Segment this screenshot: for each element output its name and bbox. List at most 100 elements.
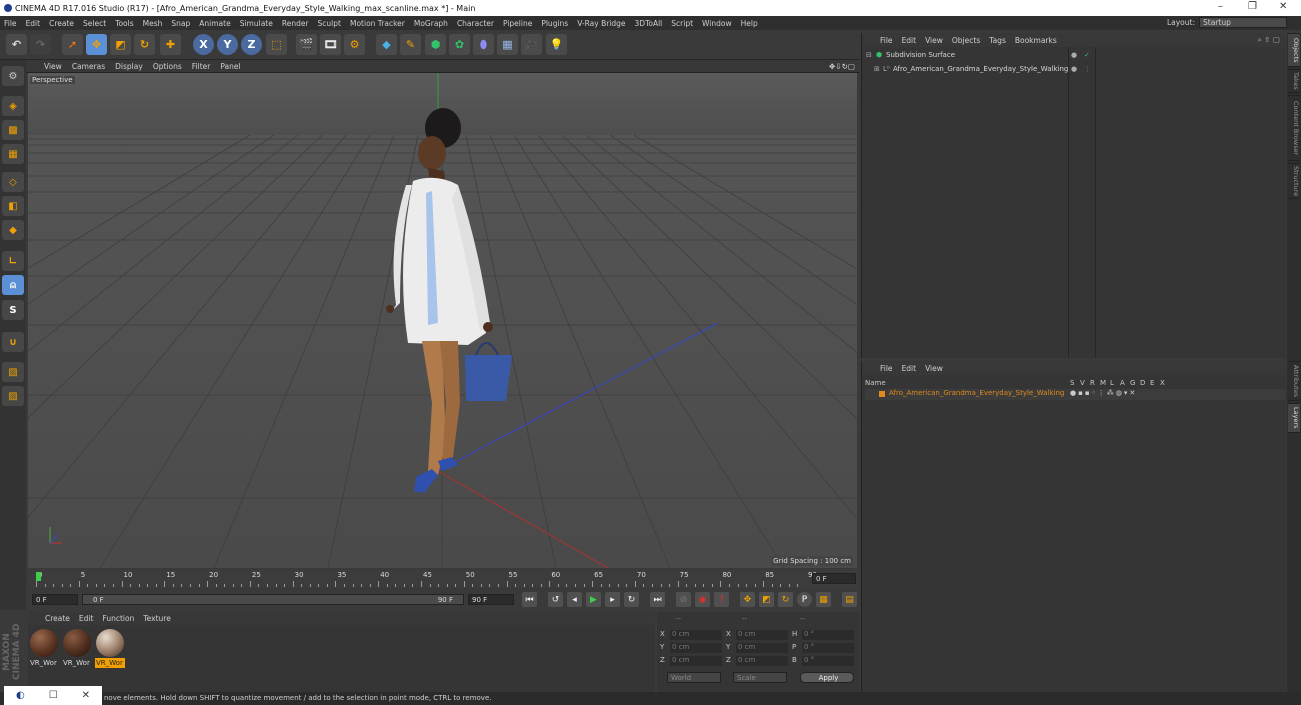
rotation-h-field[interactable]: 0 °	[802, 630, 854, 640]
om-menu-bookmarks[interactable]: Bookmarks	[1015, 36, 1057, 45]
coord-mode-select[interactable]: World	[667, 672, 721, 683]
render-picture-viewer-icon[interactable]: 🎞	[320, 34, 341, 55]
menu-mograph[interactable]: MoGraph	[414, 19, 448, 28]
size-z-field[interactable]: 0 cm	[736, 656, 788, 666]
object-row[interactable]: ⊟ ⬢ Subdivision Surface ● ✓	[864, 51, 1284, 63]
layer-color-swatch[interactable]	[879, 391, 885, 397]
perspective-viewport[interactable]: Perspective Grid Spacing : 100 cm	[28, 73, 857, 568]
z-axis-lock-icon[interactable]: Z	[241, 34, 262, 55]
menu-file[interactable]: File	[4, 19, 17, 28]
size-y-field[interactable]: 0 cm	[736, 643, 788, 653]
render-view-icon[interactable]: 🎬	[296, 34, 317, 55]
menu-mesh[interactable]: Mesh	[143, 19, 163, 28]
menu-pipeline[interactable]: Pipeline	[503, 19, 532, 28]
x-axis-lock-icon[interactable]: X	[193, 34, 214, 55]
subdivision-generator-icon[interactable]: ⬢	[425, 34, 446, 55]
autokey-icon[interactable]: ◉	[695, 592, 710, 607]
layer-flag-icons[interactable]: ●▪▪◦⋮⁂◍▾✕	[1070, 389, 1137, 397]
rotate-tool-icon[interactable]: ↻	[134, 34, 155, 55]
previous-keyframe-icon[interactable]: ↺	[548, 592, 563, 607]
menu-window[interactable]: Window	[702, 19, 732, 28]
layout-select[interactable]: Startup	[1199, 17, 1287, 28]
material-swatch[interactable]: VR_Wor	[29, 628, 59, 672]
workplane-lock-icon[interactable]: ▧	[2, 362, 24, 382]
menu-animate[interactable]: Animate	[199, 19, 230, 28]
snap-icon[interactable]: S	[2, 300, 24, 320]
menu-simulate[interactable]: Simulate	[240, 19, 273, 28]
lm-menu-edit[interactable]: Edit	[902, 364, 917, 373]
om-menu-file[interactable]: File	[880, 36, 893, 45]
layer-row[interactable]: Afro_American_Grandma_Everyday_Style_Wal…	[865, 389, 1285, 400]
restore-icon[interactable]: ☐	[49, 690, 58, 701]
end-frame-field[interactable]: 90 F	[468, 594, 514, 605]
minimized-window-thumb[interactable]: ◐ ☐ ✕	[4, 686, 102, 705]
key-rotation-icon[interactable]: ↻	[778, 592, 793, 607]
rotation-p-field[interactable]: 0 °	[802, 643, 854, 653]
move-tool-icon[interactable]: ✥	[86, 34, 107, 55]
material-swatch[interactable]: VR_Wor	[62, 628, 92, 672]
object-enabled-check-icon[interactable]: ✓	[1084, 51, 1090, 59]
previous-frame-icon[interactable]: ◂	[567, 592, 582, 607]
workplane-mode-icon[interactable]: ▦	[2, 144, 24, 164]
texture-mode-icon[interactable]: ▩	[2, 120, 24, 140]
om-search-icon[interactable]: ⌕ ⇧ ▢	[1258, 35, 1280, 45]
points-mode-icon[interactable]: ◇	[2, 172, 24, 192]
array-generator-icon[interactable]: ✿	[449, 34, 470, 55]
apply-button[interactable]: Apply	[800, 672, 854, 683]
object-visibility-icon[interactable]: ●	[1071, 65, 1077, 73]
lm-menu-view[interactable]: View	[925, 364, 943, 373]
menu-script[interactable]: Script	[671, 19, 693, 28]
menu-create[interactable]: Create	[49, 19, 74, 28]
om-menu-objects[interactable]: Objects	[952, 36, 980, 45]
model-mode-icon[interactable]: ◈	[2, 96, 24, 116]
menu-tools[interactable]: Tools	[115, 19, 133, 28]
pen-spline-icon[interactable]: ✎	[400, 34, 421, 55]
y-axis-lock-icon[interactable]: Y	[217, 34, 238, 55]
menu-sculpt[interactable]: Sculpt	[318, 19, 341, 28]
key-parameter-icon[interactable]: P	[797, 592, 812, 607]
menu-vray-bridge[interactable]: V-Ray Bridge	[577, 19, 625, 28]
material-swatch-selected[interactable]: VR_Wor	[95, 628, 125, 672]
tab-content-browser[interactable]: Content Browser	[1288, 95, 1300, 161]
tab-objects[interactable]: Objects	[1288, 33, 1300, 67]
cube-primitive-icon[interactable]: ◆	[376, 34, 397, 55]
select-arrow-icon[interactable]: ➚	[62, 34, 83, 55]
restore-button[interactable]: ❐	[1248, 1, 1257, 12]
tweak-mode-icon[interactable]: ⍝	[2, 275, 24, 295]
close-button[interactable]: ✕	[1279, 1, 1287, 12]
tab-structure[interactable]: Structure	[1288, 163, 1300, 199]
go-to-start-icon[interactable]: ⏮	[522, 592, 537, 607]
menu-3dtoall[interactable]: 3DToAll	[635, 19, 663, 28]
magnet-icon[interactable]: ∪	[2, 332, 24, 352]
make-editable-icon[interactable]: ⚙	[2, 66, 24, 86]
next-frame-icon[interactable]: ▸	[605, 592, 620, 607]
play-icon[interactable]: ▶	[586, 592, 601, 607]
expand-icon[interactable]: ⊞	[874, 65, 880, 73]
minimize-button[interactable]: –	[1218, 1, 1223, 12]
om-menu-view[interactable]: View	[925, 36, 943, 45]
tab-takes[interactable]: Takes	[1288, 69, 1300, 93]
timeline-ruler[interactable]: 051015202530354045505560657075808590 0 F	[28, 570, 858, 588]
position-z-field[interactable]: 0 cm	[670, 656, 722, 666]
current-frame-field[interactable]: 0 F	[812, 573, 856, 584]
menu-select[interactable]: Select	[83, 19, 106, 28]
light-icon[interactable]: 💡	[546, 34, 567, 55]
tab-layers[interactable]: Layers	[1288, 403, 1300, 433]
add-tool-icon[interactable]: ✚	[160, 34, 181, 55]
position-x-field[interactable]: 0 cm	[670, 630, 722, 640]
menu-help[interactable]: Help	[741, 19, 758, 28]
render-settings-icon[interactable]: ⚙	[344, 34, 365, 55]
scale-tool-icon[interactable]: ◩	[110, 34, 131, 55]
mat-menu-function[interactable]: Function	[102, 614, 134, 623]
close-icon[interactable]: ✕	[82, 690, 90, 701]
grid-lock-icon[interactable]: ▨	[2, 386, 24, 406]
edges-mode-icon[interactable]: ◧	[2, 196, 24, 216]
menu-motion-tracker[interactable]: Motion Tracker	[350, 19, 405, 28]
vp-menu-filter[interactable]: Filter	[192, 62, 211, 71]
deformer-icon[interactable]: ⬮	[473, 34, 494, 55]
record-keys-icon[interactable]: ⊘	[676, 592, 691, 607]
key-pla-icon[interactable]: ▦	[816, 592, 831, 607]
coord-scale-select[interactable]: Scale	[733, 672, 787, 683]
mat-menu-texture[interactable]: Texture	[143, 614, 170, 623]
object-dots-icon[interactable]: ⋮	[1084, 65, 1091, 73]
